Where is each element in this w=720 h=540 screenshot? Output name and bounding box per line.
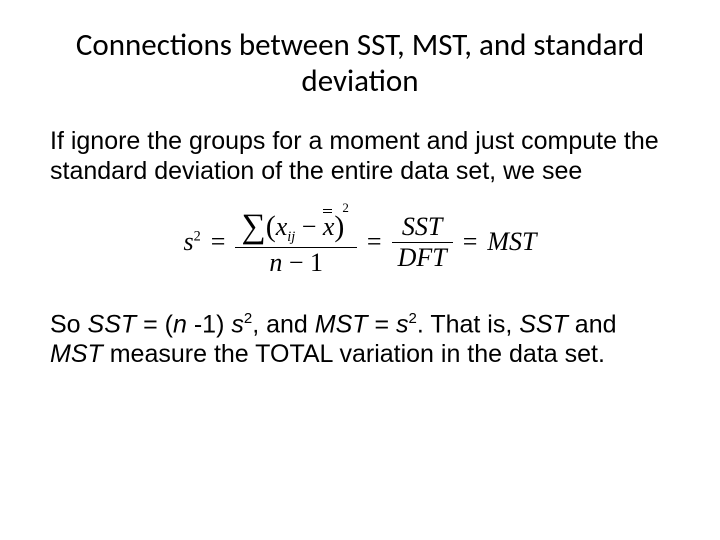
outer-exponent: 2 xyxy=(342,200,349,215)
slide-title: Connections between SST, MST, and standa… xyxy=(50,28,670,99)
lparen: ( xyxy=(266,210,276,243)
lhs-exponent: 2 xyxy=(194,228,201,244)
rhs-mst: MST xyxy=(487,227,536,257)
variance-formula: s2 = ∑(xij − x) 2 n − 1 = SST xyxy=(183,206,536,277)
fraction-2: SST DFT xyxy=(392,212,453,273)
paragraph-1: If ignore the groups for a moment and ju… xyxy=(50,127,670,186)
slide: Connections between SST, MST, and standa… xyxy=(0,0,720,540)
minus: − xyxy=(302,212,317,241)
sigma-icon: ∑ xyxy=(241,208,265,245)
frac2-numerator: SST xyxy=(396,212,448,242)
lhs: s2 xyxy=(183,227,200,257)
x-double-bar: x xyxy=(323,214,335,240)
x-ij: xij xyxy=(276,212,296,241)
frac1-numerator: ∑(xij − x)2 xyxy=(235,206,356,246)
equals-2: = xyxy=(365,227,384,257)
paragraph-2: So SST = (n -1) s2, and MST = s2. That i… xyxy=(50,310,670,369)
frac1-denominator: n − 1 xyxy=(263,248,329,278)
rparen: ) xyxy=(334,210,344,243)
fraction-1: ∑(xij − x)2 n − 1 xyxy=(235,206,356,277)
equals-1: = xyxy=(209,227,228,257)
formula-block: s2 = ∑(xij − x) 2 n − 1 = SST xyxy=(50,206,670,277)
lhs-base: s xyxy=(183,227,193,256)
frac2-denominator: DFT xyxy=(392,243,453,273)
equals-3: = xyxy=(461,227,480,257)
